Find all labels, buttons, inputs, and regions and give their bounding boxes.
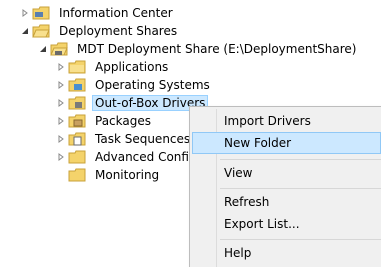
tree-item-deployment-shares[interactable]: Deployment Shares xyxy=(20,22,180,40)
tree-item-label: MDT Deployment Share (E:\DeploymentShare… xyxy=(77,42,357,56)
menu-item-label: Help xyxy=(224,246,252,260)
folder-icon xyxy=(68,94,88,112)
collapse-arrow-icon[interactable] xyxy=(20,22,30,40)
folder-icon xyxy=(68,76,88,94)
expand-arrow-icon[interactable] xyxy=(56,94,66,112)
tree-item-mdt-deployment-share[interactable]: MDT Deployment Share (E:\DeploymentShare… xyxy=(38,40,359,58)
folder-icon xyxy=(32,4,52,22)
tree-item-packages[interactable]: Packages xyxy=(56,112,154,130)
tree-item-monitoring[interactable]: Monitoring xyxy=(56,166,162,184)
expand-arrow-icon[interactable] xyxy=(56,130,66,148)
tree-item-label: Packages xyxy=(95,114,151,128)
menu-separator xyxy=(220,188,381,189)
expand-arrow-icon[interactable] xyxy=(56,148,66,166)
menu-separator xyxy=(220,159,381,160)
menu-item-label: Refresh xyxy=(224,195,270,209)
tree-item-label: Monitoring xyxy=(95,168,160,182)
tree-item-label: Task Sequences xyxy=(95,132,191,146)
menu-separator xyxy=(220,239,381,240)
expand-arrow-icon[interactable] xyxy=(56,112,66,130)
expand-arrow-icon[interactable] xyxy=(20,4,30,22)
tree-item-label: Operating Systems xyxy=(95,78,210,92)
menu-item-import-drivers[interactable]: Import Drivers xyxy=(192,110,381,132)
folder-icon xyxy=(68,130,88,148)
menu-item-label: New Folder xyxy=(224,136,292,150)
tree-item-label: Information Center xyxy=(59,6,173,20)
collapse-arrow-icon[interactable] xyxy=(38,40,48,58)
menu-item-help[interactable]: Help xyxy=(192,242,381,264)
folder-icon xyxy=(68,148,88,166)
expand-arrow-icon[interactable] xyxy=(56,58,66,76)
folder-icon xyxy=(68,166,88,184)
context-menu: Import Drivers New Folder View Refresh E… xyxy=(189,106,381,267)
menu-item-label: Export List... xyxy=(224,217,300,231)
menu-item-view[interactable]: View xyxy=(192,162,381,184)
tree-item-label: Applications xyxy=(95,60,169,74)
tree-item-operating-systems[interactable]: Operating Systems xyxy=(56,76,213,94)
tree-item-out-of-box-drivers[interactable]: Out-of-Box Drivers xyxy=(56,94,209,112)
menu-item-label: Import Drivers xyxy=(224,114,311,128)
folder-icon xyxy=(68,58,88,76)
folder-icon xyxy=(68,112,88,130)
tree-item-information-center[interactable]: Information Center xyxy=(20,4,176,22)
menu-item-refresh[interactable]: Refresh xyxy=(192,191,381,213)
menu-item-label: View xyxy=(224,166,253,180)
folder-icon xyxy=(32,22,52,40)
tree-item-applications[interactable]: Applications xyxy=(56,58,171,76)
menu-item-export-list[interactable]: Export List... xyxy=(192,213,381,235)
menu-item-new-folder[interactable]: New Folder xyxy=(192,132,381,154)
tree-item-advanced-configuration[interactable]: Advanced Configu xyxy=(56,148,207,166)
deployment-share-icon xyxy=(50,40,70,58)
tree-item-label: Deployment Shares xyxy=(59,24,178,38)
tree-item-task-sequences[interactable]: Task Sequences xyxy=(56,130,193,148)
expand-arrow-icon[interactable] xyxy=(56,76,66,94)
